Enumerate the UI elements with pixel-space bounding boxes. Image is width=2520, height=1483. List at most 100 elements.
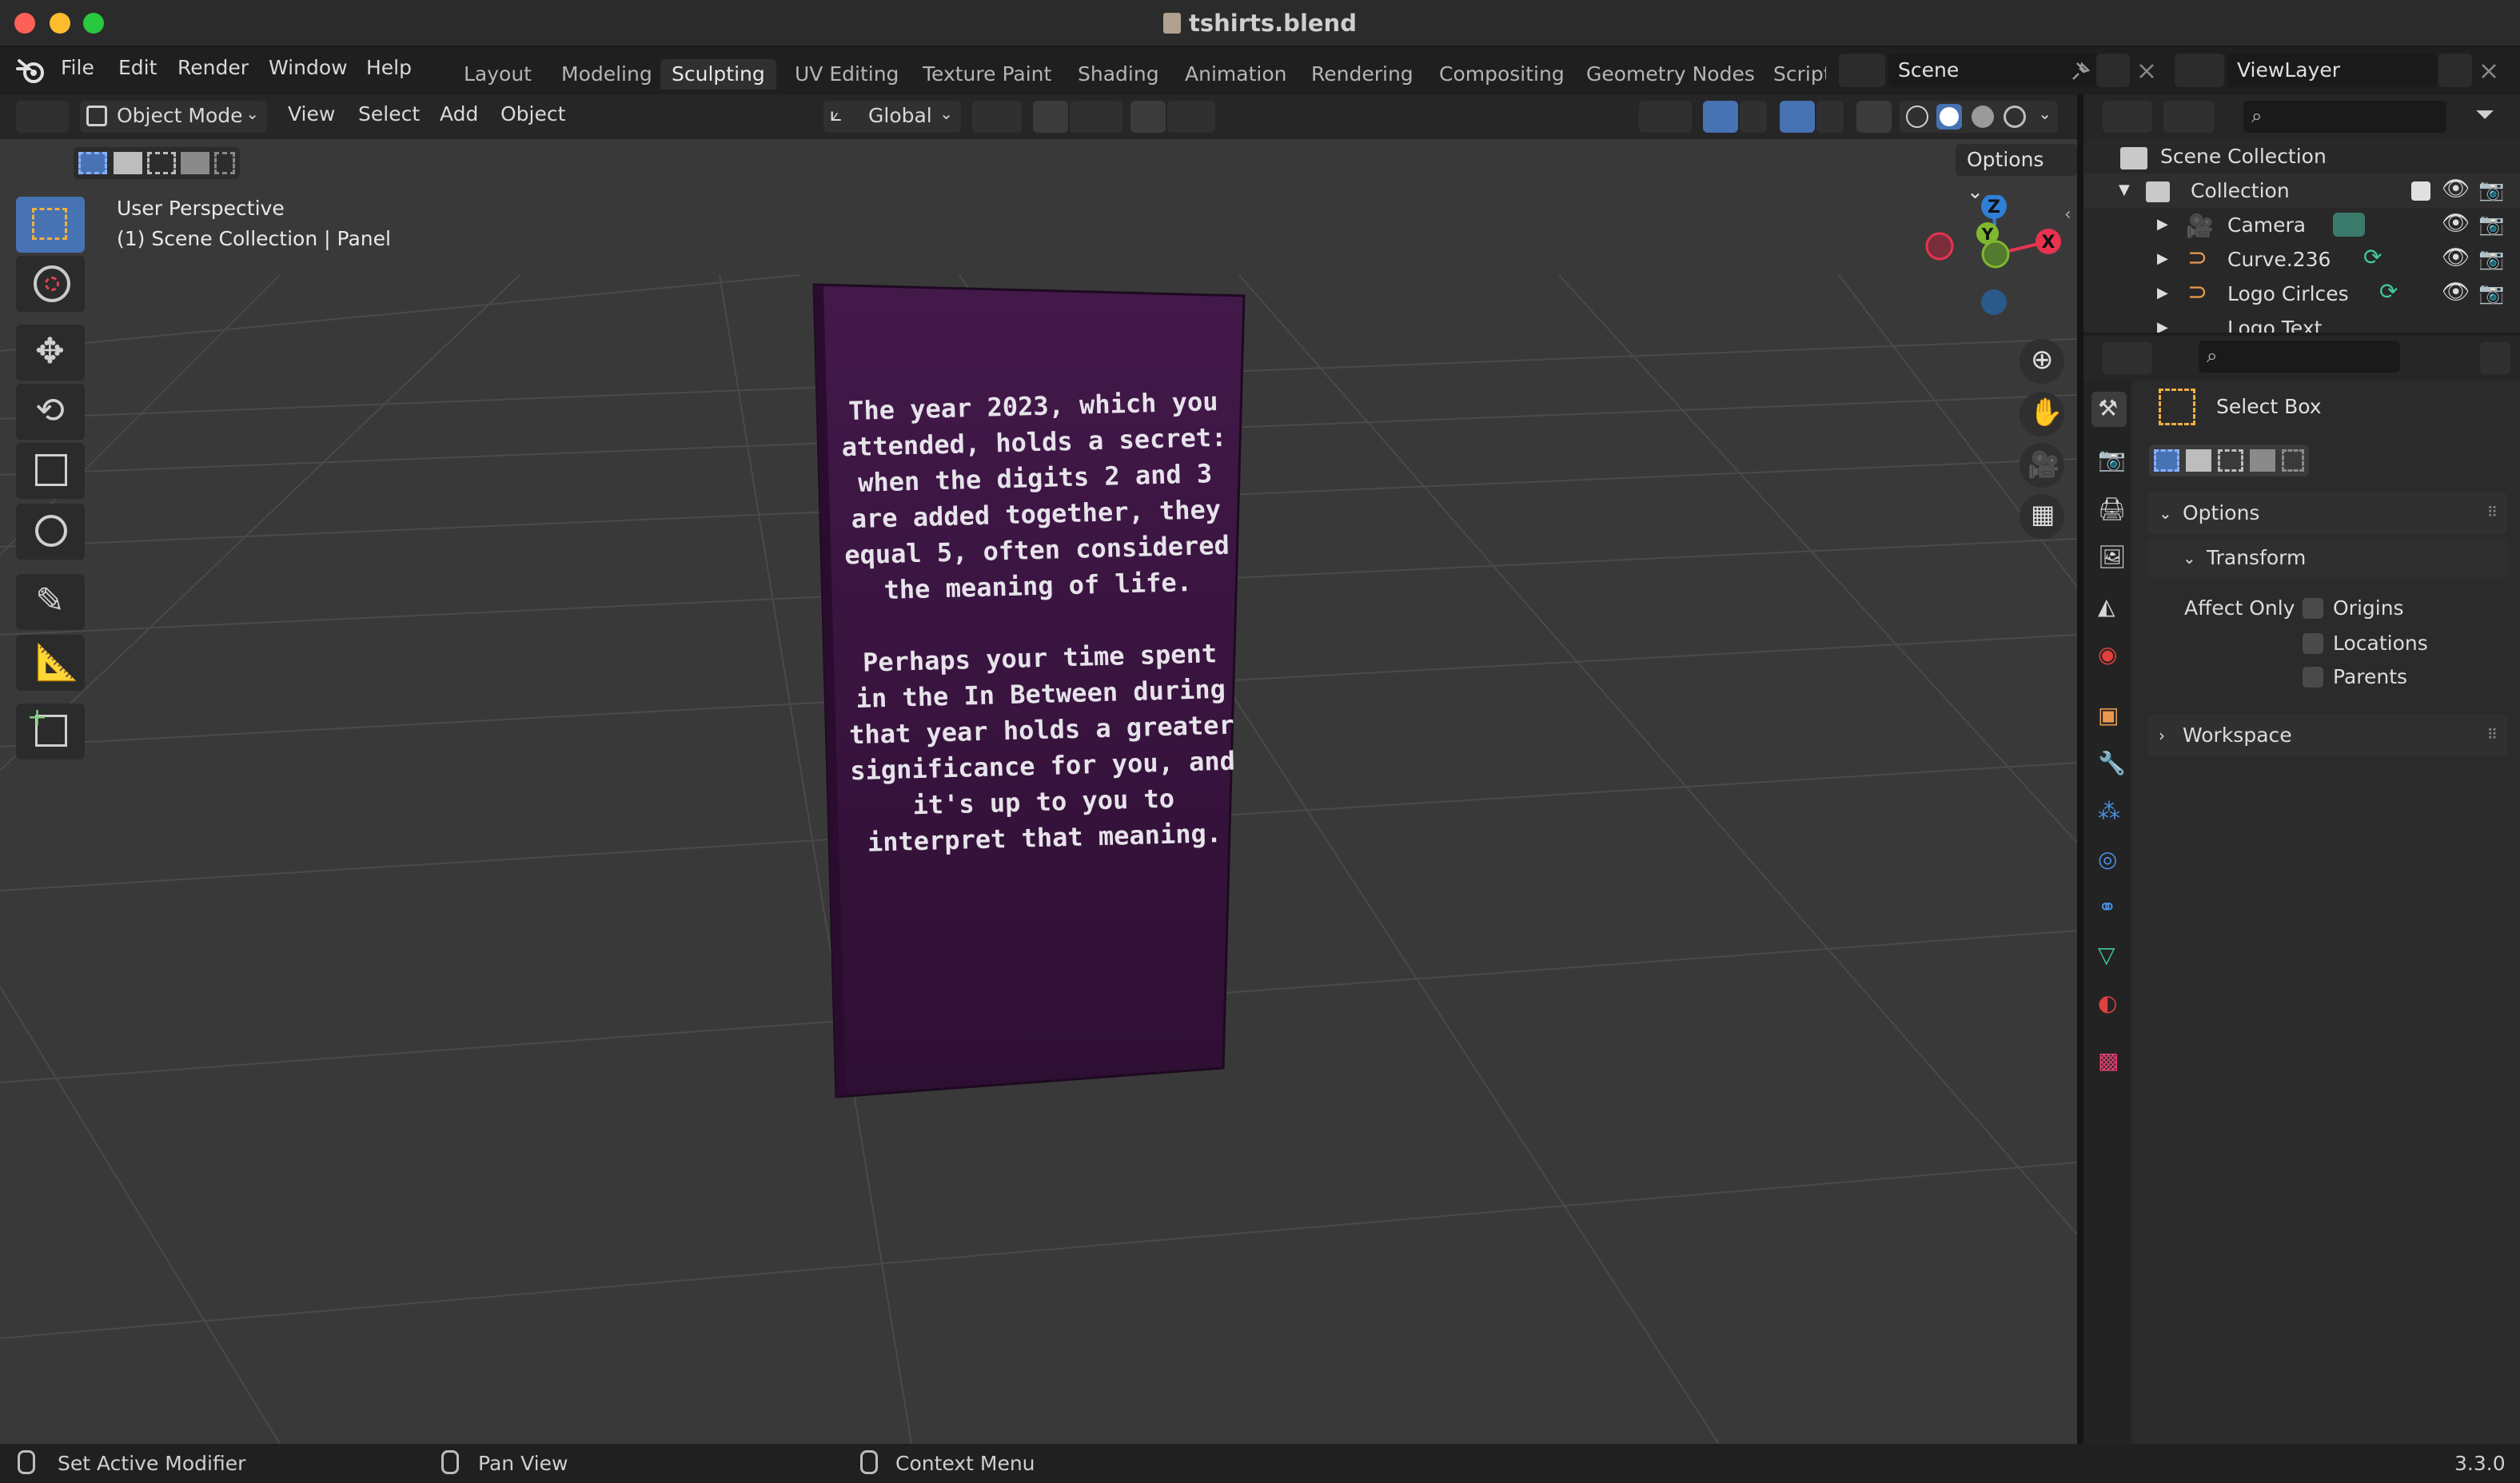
outliner-row-logo-circles[interactable]: ▶ ⊃ Logo Cirlces ⟳ 👁 📷	[2083, 277, 2520, 311]
tool-selection-mode-group[interactable]	[2149, 445, 2309, 476]
overlays-dropdown[interactable]	[1816, 101, 1844, 133]
tab-tool[interactable]: ⚒	[2091, 392, 2127, 427]
eye-icon[interactable]: 👁	[2442, 209, 2470, 236]
tab-texture-paint[interactable]: Texture Paint	[911, 59, 1063, 90]
move-tool[interactable]: ✥	[16, 325, 85, 381]
subtract-selection-icon[interactable]	[2218, 449, 2243, 472]
shading-mode-group[interactable]: ⌄	[1900, 101, 2058, 133]
area-separator[interactable]	[2077, 94, 2083, 1444]
gizmo-toggle[interactable]	[1703, 101, 1738, 133]
set-selection-mode-icon[interactable]	[78, 152, 107, 174]
new-view-layer-button[interactable]	[2438, 54, 2472, 87]
proportional-editing-toggle[interactable]	[1130, 101, 1166, 133]
menu-file[interactable]: File	[61, 56, 94, 79]
locations-checkbox[interactable]	[2303, 633, 2323, 654]
zoom-icon[interactable]: ⊕	[2020, 339, 2064, 384]
outliner-row-camera[interactable]: ▶ 🎥 Camera 👁 📷	[2083, 208, 2520, 242]
drag-handle-icon[interactable]: ⠿	[2487, 715, 2498, 756]
transform-subpanel-header[interactable]: ⌄ Transform	[2147, 537, 2507, 579]
options-dropdown[interactable]: Options ⌄	[1956, 144, 2077, 203]
parents-checkbox[interactable]	[2303, 667, 2323, 688]
set-selection-mode-icon[interactable]	[2154, 449, 2179, 472]
camera-render-icon[interactable]: 📷	[2478, 247, 2504, 271]
3d-viewport[interactable]: The year 2023, which you attended, holds…	[0, 139, 2077, 1444]
tab-texture[interactable]: ▩	[2091, 1044, 2127, 1079]
options-panel-header[interactable]: ⌄ Options ⠿	[2147, 492, 2507, 534]
tab-material[interactable]: ◐	[2091, 987, 2127, 1022]
tab-output[interactable]: 🖨	[2091, 492, 2127, 528]
camera-render-icon[interactable]: 📷	[2478, 178, 2504, 202]
menu-object[interactable]: Object	[500, 102, 565, 126]
tab-rendering[interactable]: Rendering	[1300, 59, 1425, 90]
transform-tool[interactable]	[16, 504, 85, 560]
blender-logo-icon[interactable]	[16, 58, 46, 85]
tab-compositing[interactable]: Compositing	[1428, 59, 1576, 90]
chevron-down-icon[interactable]: ▼	[2119, 181, 2130, 198]
menu-add[interactable]: Add	[440, 102, 478, 126]
subtract-selection-icon[interactable]	[147, 152, 176, 174]
menu-select[interactable]: Select	[358, 102, 420, 126]
intersect-selection-icon[interactable]	[2282, 449, 2304, 472]
selection-mode-group[interactable]	[74, 147, 240, 179]
tab-modeling[interactable]: Modeling	[550, 59, 664, 90]
navigation-gizmo[interactable]: Z X Y	[1919, 195, 2063, 331]
camera-data-icon[interactable]	[2333, 213, 2365, 237]
menu-edit[interactable]: Edit	[118, 56, 157, 79]
mode-dropdown[interactable]: Object Mode ⌄	[80, 101, 267, 133]
view-layer-browse-button[interactable]	[2175, 54, 2224, 87]
pivot-point-dropdown[interactable]	[972, 101, 1022, 133]
tab-shading[interactable]: Shading	[1067, 59, 1170, 90]
invert-selection-icon[interactable]	[181, 152, 209, 174]
camera-render-icon[interactable]: 📷	[2478, 213, 2504, 237]
chevron-right-icon[interactable]: ▶	[2157, 319, 2168, 333]
extend-selection-icon[interactable]	[114, 152, 142, 174]
chevron-right-icon[interactable]: ▶	[2157, 250, 2168, 267]
scale-tool[interactable]	[16, 443, 85, 499]
tab-geometry-nodes[interactable]: Geometry Nodes	[1575, 59, 1766, 90]
tab-uv-editing[interactable]: UV Editing	[784, 59, 910, 90]
drag-handle-icon[interactable]: ⠿	[2487, 492, 2498, 534]
snap-toggle[interactable]	[1033, 101, 1068, 133]
measure-tool[interactable]: 📐	[16, 635, 85, 691]
menu-help[interactable]: Help	[366, 56, 412, 79]
xray-toggle[interactable]	[1856, 101, 1892, 133]
rotate-tool[interactable]: ⟲	[16, 384, 85, 440]
tab-world[interactable]: ◉	[2091, 638, 2127, 673]
outliner-row-logo-text[interactable]: ▶ Logo Text	[2083, 311, 2520, 333]
menu-view[interactable]: View	[288, 102, 335, 126]
tab-sculpting[interactable]: Sculpting	[660, 59, 776, 90]
extend-selection-icon[interactable]	[2186, 449, 2211, 472]
material-shading-icon[interactable]	[1972, 106, 1994, 128]
snap-target-dropdown[interactable]	[1070, 101, 1122, 133]
eye-icon[interactable]: 👁	[2442, 278, 2470, 305]
wireframe-shading-icon[interactable]	[1906, 106, 1928, 128]
tab-modifiers[interactable]: 🔧	[2091, 747, 2127, 782]
tab-layout[interactable]: Layout	[453, 59, 543, 90]
perspective-grid-icon[interactable]: ▦	[2020, 494, 2064, 539]
pan-hand-icon[interactable]: ✋	[2020, 392, 2064, 437]
workspace-panel-header[interactable]: › Workspace ⠿	[2147, 715, 2507, 756]
tab-render[interactable]: 📷	[2091, 443, 2127, 478]
cursor-tool[interactable]	[16, 256, 85, 312]
pin-icon[interactable]	[2071, 61, 2091, 82]
invert-selection-icon[interactable]	[2250, 449, 2275, 472]
chevron-left-icon[interactable]: ‹	[2064, 205, 2071, 225]
tab-physics[interactable]: ◎	[2091, 843, 2127, 878]
properties-options-dropdown[interactable]	[2480, 342, 2510, 374]
overlays-toggle[interactable]	[1780, 101, 1815, 133]
tab-data[interactable]: ▽	[2091, 939, 2127, 974]
display-mode-dropdown[interactable]	[2163, 101, 2215, 133]
camera-view-icon[interactable]: 🎥	[2020, 443, 2064, 488]
origins-checkbox[interactable]	[2303, 598, 2323, 619]
annotate-tool[interactable]: ✎	[16, 574, 85, 630]
properties-search-input[interactable]: ⌕	[2199, 341, 2400, 373]
menu-render[interactable]: Render	[177, 56, 249, 79]
filter-icon[interactable]: ⏷	[2475, 101, 2494, 129]
outliner-editor-type-dropdown[interactable]	[2103, 101, 2152, 133]
outliner-search-input[interactable]: ⌕	[2243, 101, 2446, 133]
visibility-dropdown[interactable]	[1639, 101, 1692, 133]
editor-type-dropdown[interactable]	[16, 101, 69, 133]
tab-object[interactable]: ▣	[2091, 699, 2127, 734]
outliner-row-curve[interactable]: ▶ ⊃ Curve.236 ⟳ 👁 📷	[2083, 242, 2520, 277]
eye-icon[interactable]: 👁	[2442, 175, 2470, 201]
